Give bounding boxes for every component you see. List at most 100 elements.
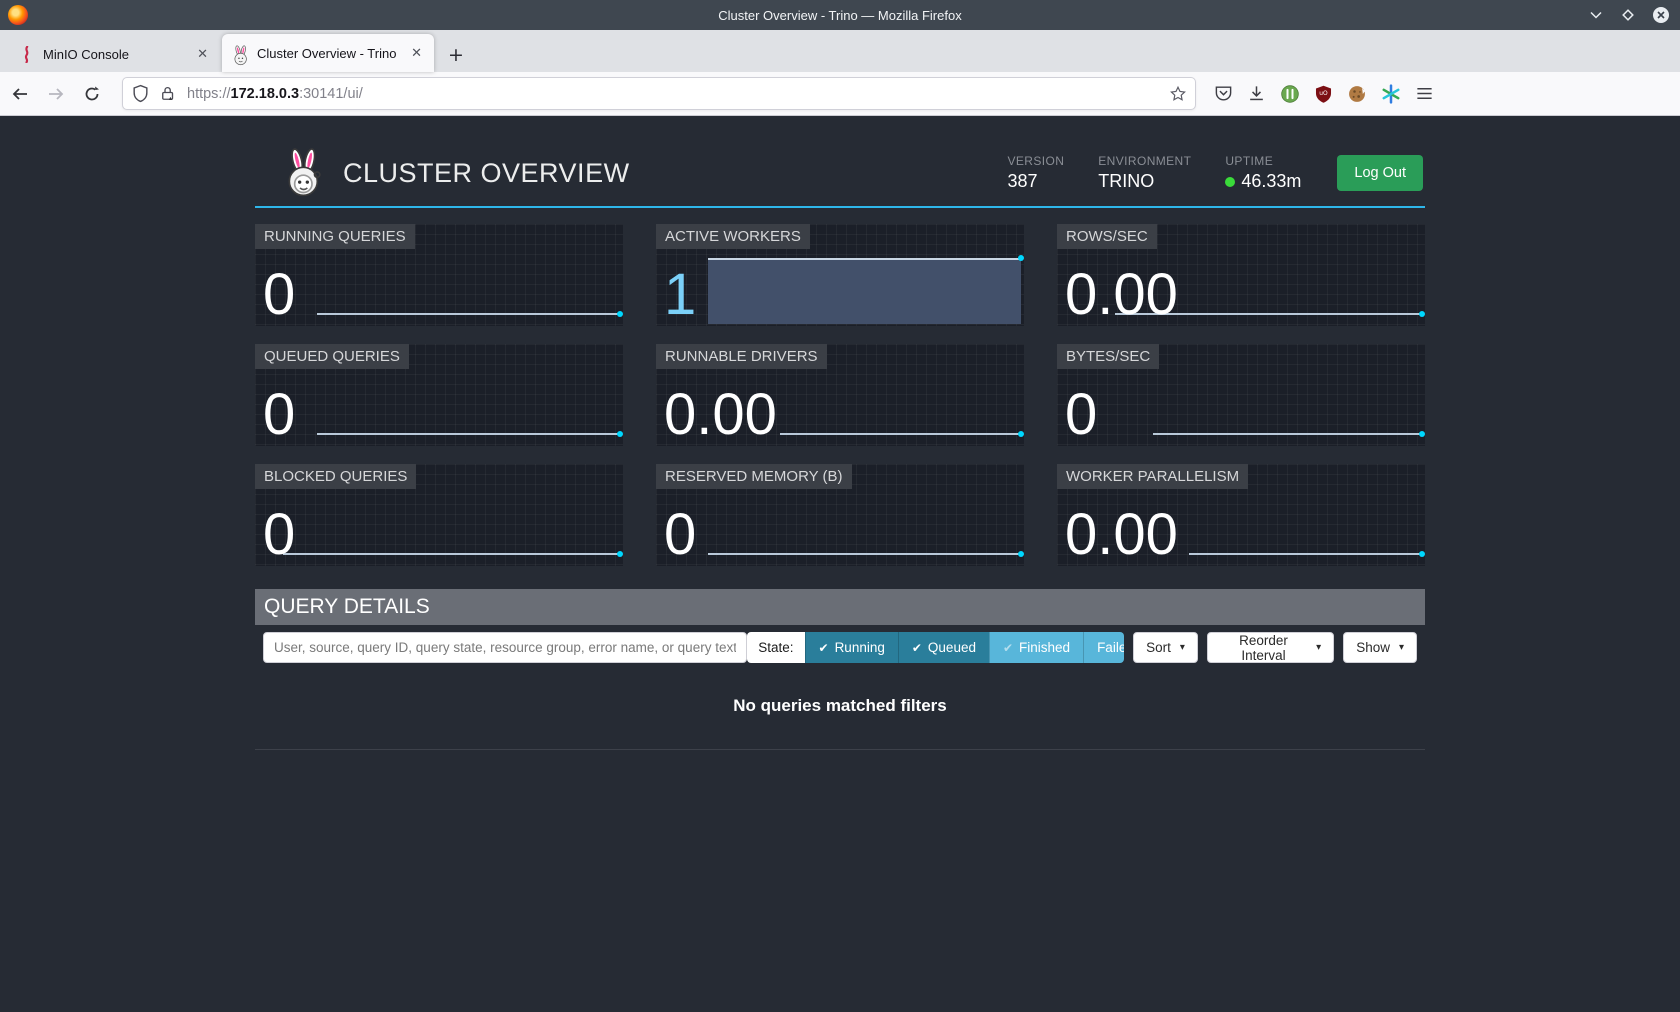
window-minimize-icon[interactable] — [1588, 7, 1604, 23]
trino-page: CLUSTER OVERVIEW VERSION 387 ENVIRONMENT… — [0, 116, 1680, 1012]
trino-favicon-icon — [232, 45, 249, 62]
tile-label: BYTES/SEC — [1057, 344, 1159, 369]
show-dropdown[interactable]: Show ▾ — [1343, 632, 1417, 663]
sparkline — [317, 313, 620, 315]
check-icon: ✔ — [819, 641, 829, 655]
sparkline-dot — [1419, 431, 1425, 437]
sparkline-dot — [1419, 311, 1425, 317]
state-filter-finished[interactable]: ✔ Finished — [989, 632, 1083, 663]
empty-message: No queries matched filters — [733, 696, 947, 716]
sparkline-dot — [1018, 255, 1024, 261]
uptime-block: UPTIME 46.33m — [1225, 154, 1301, 192]
sparkline-dot — [617, 311, 623, 317]
query-filter-toolbar: State: ✔ Running ✔ Queued ✔ Finished Fai… — [255, 632, 1425, 663]
sparkline — [283, 553, 620, 555]
tab-cluster-overview[interactable]: Cluster Overview - Trino ✕ — [222, 34, 434, 72]
tile-label: WORKER PARALLELISM — [1057, 464, 1248, 489]
ublock-origin-icon[interactable]: uO — [1314, 84, 1333, 104]
tile-value: 1 — [664, 266, 696, 324]
downloads-icon[interactable] — [1247, 84, 1266, 103]
query-search-input[interactable] — [263, 632, 747, 663]
state-filter-running[interactable]: ✔ Running — [805, 632, 898, 663]
navigation-toolbar: https://172.18.0.3:30141/ui/ uO — [0, 72, 1680, 116]
tile-value: 0.00 — [1065, 506, 1178, 564]
sparkline — [708, 553, 1021, 555]
window-title: Cluster Overview - Trino — Mozilla Firef… — [0, 8, 1680, 23]
version-label: VERSION — [1007, 154, 1064, 168]
sparkline-dot — [617, 551, 623, 557]
tab-label: Cluster Overview - Trino — [257, 46, 399, 61]
svg-text:uO: uO — [1319, 90, 1328, 97]
cookie-icon[interactable] — [1347, 84, 1367, 104]
url-text: https://172.18.0.3:30141/ui/ — [187, 86, 1169, 102]
tab-minio-console[interactable]: MinIO Console ✕ — [8, 36, 220, 72]
tile-active-workers: ACTIVE WORKERS 1 — [656, 224, 1024, 326]
state-filter-queued[interactable]: ✔ Queued — [898, 632, 989, 663]
reload-icon[interactable] — [76, 78, 108, 110]
check-icon: ✔ — [912, 641, 922, 655]
query-list-empty-area: No queries matched filters — [255, 663, 1425, 750]
sort-dropdown[interactable]: Sort ▾ — [1133, 632, 1198, 663]
tile-value: 0 — [664, 506, 696, 564]
sparkline-dot — [1018, 431, 1024, 437]
window-maximize-icon[interactable] — [1620, 7, 1636, 23]
query-details-header: QUERY DETAILS — [255, 589, 1425, 625]
version-value: 387 — [1007, 171, 1064, 192]
tile-value: 0 — [1065, 386, 1097, 444]
new-tab-button[interactable]: + — [436, 42, 476, 72]
state-filter-label: State: — [747, 632, 804, 663]
sparkline — [1189, 553, 1422, 555]
tile-label: RUNNING QUERIES — [255, 224, 415, 249]
tile-reserved-memory: RESERVED MEMORY (B) 0 — [656, 464, 1024, 566]
check-icon: ✔ — [1003, 641, 1013, 655]
tile-rows-per-sec: ROWS/SEC 0.00 — [1057, 224, 1425, 326]
tile-label: BLOCKED QUERIES — [255, 464, 416, 489]
state-filter-group: State: ✔ Running ✔ Queued ✔ Finished Fai… — [747, 632, 1124, 663]
window-close-icon[interactable] — [1652, 6, 1670, 24]
tab-close-icon[interactable]: ✕ — [193, 45, 212, 64]
menu-hamburger-icon[interactable] — [1415, 84, 1434, 103]
sparkline — [780, 433, 1021, 435]
firefox-logo-icon — [8, 5, 28, 25]
tab-label: MinIO Console — [43, 47, 185, 62]
tile-value: 0 — [263, 266, 295, 324]
chevron-down-icon: ▾ — [1180, 642, 1185, 653]
environment-block: ENVIRONMENT TRINO — [1098, 154, 1191, 192]
sparkline-dot — [1419, 551, 1425, 557]
forward-icon[interactable] — [40, 78, 72, 110]
chevron-down-icon: ▾ — [1316, 642, 1321, 653]
extension-green-icon[interactable] — [1280, 84, 1300, 104]
state-filter-failed-dropdown[interactable]: Failed ▾ — [1083, 632, 1124, 663]
tab-close-icon[interactable]: ✕ — [407, 44, 426, 63]
tile-label: QUEUED QUERIES — [255, 344, 409, 369]
minio-favicon-icon — [18, 46, 35, 63]
uptime-label: UPTIME — [1225, 154, 1301, 168]
tile-value: 0 — [263, 506, 295, 564]
sparkline-dot — [617, 431, 623, 437]
environment-value: TRINO — [1098, 171, 1191, 192]
tile-blocked-queries: BLOCKED QUERIES 0 — [255, 464, 623, 566]
tile-running-queries: RUNNING QUERIES 0 — [255, 224, 623, 326]
tab-bar: MinIO Console ✕ Cluster Overview - Trino… — [0, 30, 1680, 72]
tile-label: ROWS/SEC — [1057, 224, 1157, 249]
sparkline-dot — [1018, 551, 1024, 557]
sparkline — [1153, 433, 1422, 435]
uptime-status-dot — [1225, 177, 1235, 187]
reorder-interval-dropdown[interactable]: Reorder Interval ▾ — [1207, 632, 1334, 663]
tracking-shield-icon[interactable] — [131, 84, 150, 103]
pocket-icon[interactable] — [1214, 84, 1233, 103]
window-titlebar: Cluster Overview - Trino — Mozilla Firef… — [0, 0, 1680, 30]
logout-button[interactable]: Log Out — [1337, 155, 1423, 191]
bookmark-star-icon[interactable] — [1169, 85, 1187, 103]
extension-asterisk-icon[interactable] — [1381, 84, 1401, 104]
query-details-title: QUERY DETAILS — [255, 595, 430, 619]
connection-lock-icon[interactable] — [159, 85, 177, 103]
version-block: VERSION 387 — [1007, 154, 1064, 192]
url-bar[interactable]: https://172.18.0.3:30141/ui/ — [122, 77, 1196, 110]
page-title: CLUSTER OVERVIEW — [343, 158, 630, 189]
tile-label: RUNNABLE DRIVERS — [656, 344, 827, 369]
tile-worker-parallelism: WORKER PARALLELISM 0.00 — [1057, 464, 1425, 566]
tile-label: ACTIVE WORKERS — [656, 224, 810, 249]
tile-value: 0.00 — [664, 386, 777, 444]
back-icon[interactable] — [4, 78, 36, 110]
